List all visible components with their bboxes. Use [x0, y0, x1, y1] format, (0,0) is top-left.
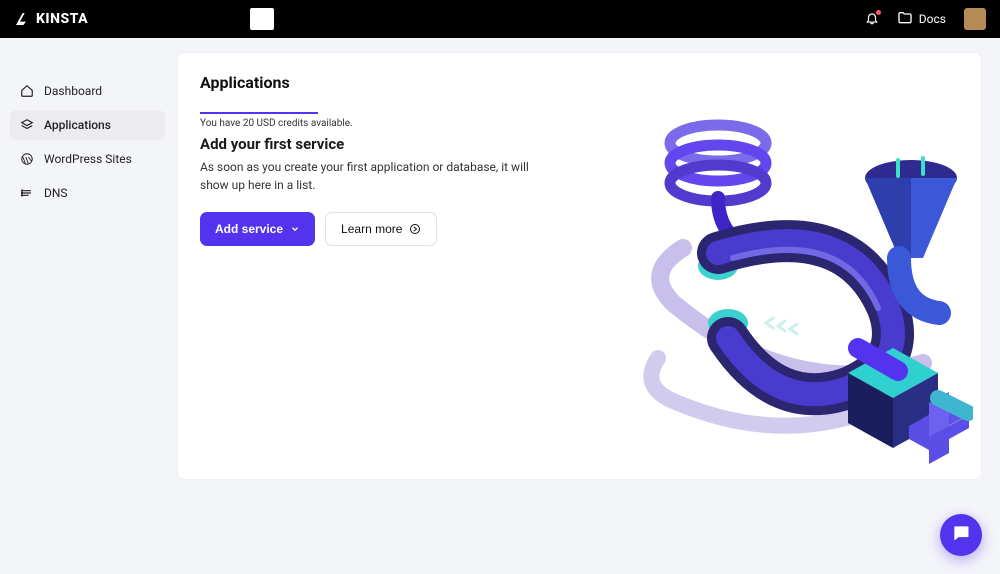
sidebar-item-applications[interactable]: Applications: [10, 110, 165, 140]
learn-more-label: Learn more: [341, 222, 402, 236]
main: Applications You have 20 USD credits ava…: [175, 38, 1000, 574]
wordpress-icon: [20, 152, 34, 166]
applications-card: Applications You have 20 USD credits ava…: [177, 52, 982, 480]
dns-icon: [20, 186, 34, 200]
sidebar-item-label: Dashboard: [44, 84, 102, 98]
empty-state-illustration: [623, 108, 973, 468]
docs-label: Docs: [919, 12, 946, 26]
notifications-button[interactable]: [865, 11, 879, 28]
sidebar-item-wordpress-sites[interactable]: WordPress Sites: [10, 144, 165, 174]
sidebar-item-label: Applications: [44, 118, 111, 132]
learn-more-button[interactable]: Learn more: [325, 212, 437, 246]
add-service-button[interactable]: Add service: [200, 212, 315, 246]
chevron-down-icon: [290, 224, 300, 234]
external-link-icon: [409, 223, 421, 235]
brand-logo-icon: [14, 11, 30, 27]
folder-icon: [897, 10, 913, 29]
brand[interactable]: KINSTA: [14, 11, 88, 27]
chat-launcher[interactable]: [940, 514, 982, 556]
chat-icon: [951, 523, 971, 547]
sidebar: Dashboard Applications WordPress Sites: [0, 38, 175, 574]
empty-state-description: As soon as you create your first applica…: [200, 158, 560, 194]
topbar-right: Docs: [865, 8, 986, 30]
sidebar-item-label: WordPress Sites: [44, 152, 132, 166]
avatar[interactable]: [964, 8, 986, 30]
sidebar-item-dashboard[interactable]: Dashboard: [10, 76, 165, 106]
page-title: Applications: [200, 73, 959, 92]
docs-link[interactable]: Docs: [897, 10, 946, 29]
layers-icon: [20, 118, 34, 132]
sidebar-item-label: DNS: [44, 186, 68, 200]
topbar: KINSTA Docs: [0, 0, 1000, 38]
topbar-selector[interactable]: [250, 8, 274, 30]
notification-dot: [876, 10, 881, 15]
add-service-label: Add service: [215, 222, 283, 236]
brand-name: KINSTA: [36, 11, 88, 27]
home-icon: [20, 84, 34, 98]
accent-bar: [200, 112, 318, 114]
sidebar-item-dns[interactable]: DNS: [10, 178, 165, 208]
